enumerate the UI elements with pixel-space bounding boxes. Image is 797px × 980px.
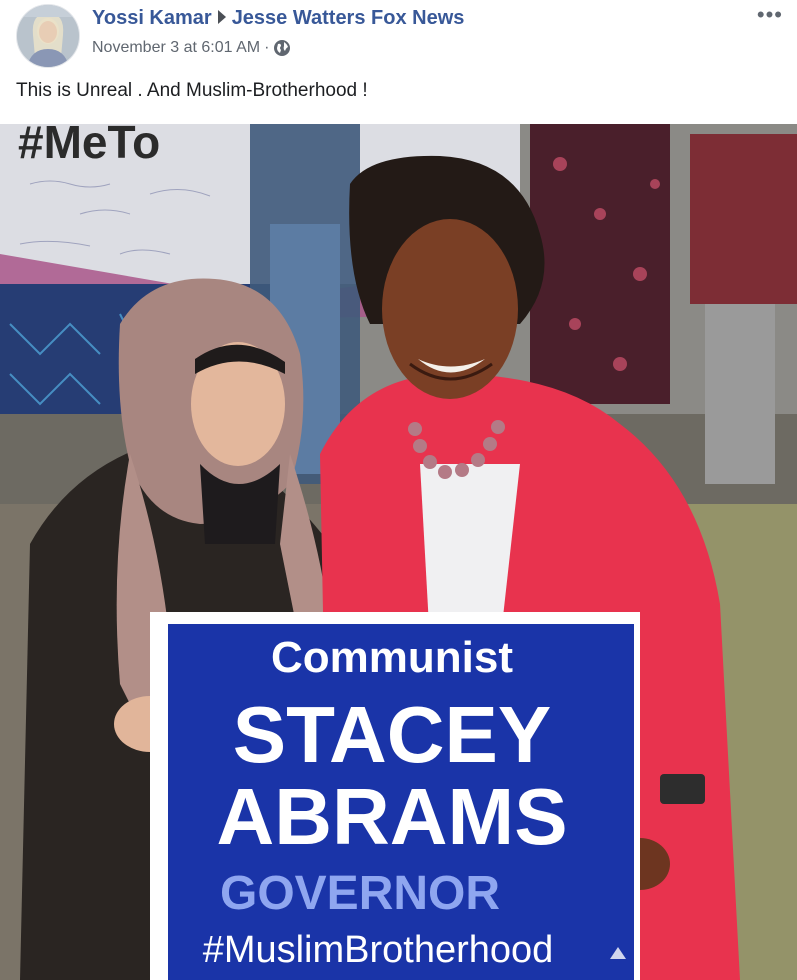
sign-line-5: #MuslimBrotherhood [203, 929, 554, 971]
author-avatar[interactable] [16, 4, 80, 68]
post-text: This is Unreal . And Muslim-Brotherhood … [16, 80, 368, 101]
sign-line-1: Communist [271, 633, 513, 682]
sign-line-2: STACEY [233, 690, 552, 779]
target-page-name[interactable]: Jesse Watters Fox News [232, 7, 465, 29]
background-sign-text: #MeTo [18, 124, 160, 168]
meta-separator: · [264, 39, 270, 56]
sign-line-3: ABRAMS [216, 772, 567, 861]
post-photo[interactable]: #MeTo Communist STACEY ABRAMS GOVERNOR #… [0, 124, 797, 980]
author-name[interactable]: Yossi Kamar [92, 7, 212, 29]
shared-to-arrow-icon [217, 10, 226, 24]
post-header-names: Yossi Kamar Jesse Watters Fox News [92, 7, 464, 30]
post-header: Yossi Kamar Jesse Watters Fox News Novemb… [0, 0, 797, 74]
sign-line-4: GOVERNOR [220, 867, 500, 920]
globe-icon[interactable] [273, 39, 291, 57]
post-timestamp[interactable]: November 3 at 6:01 AM [92, 39, 260, 57]
campaign-sign: Communist STACEY ABRAMS GOVERNOR #Muslim… [150, 612, 640, 980]
more-options-icon[interactable]: ••• [757, 2, 783, 28]
post-meta: November 3 at 6:01 AM · [92, 39, 291, 57]
